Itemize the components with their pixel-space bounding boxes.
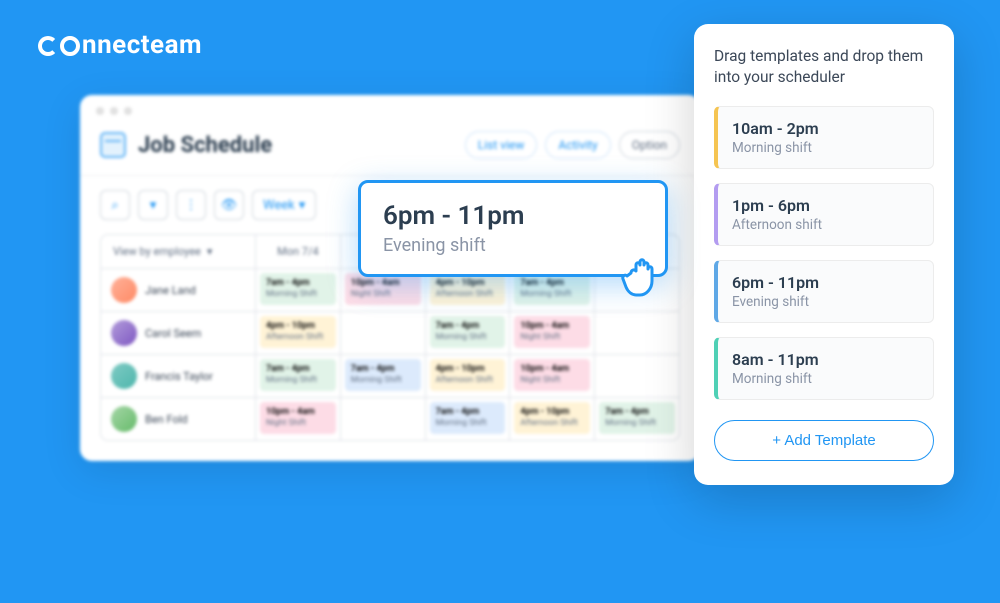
day-header: Mon 7/4 bbox=[256, 235, 341, 268]
schedule-row: Ben Fold 10pm - 4amNight Shift 7am - 4pm… bbox=[100, 398, 680, 441]
view-by-selector[interactable]: View by employee ▾ bbox=[101, 235, 256, 268]
chevron-down-icon: ▾ bbox=[207, 245, 213, 258]
template-card[interactable]: 8am - 11pm Morning shift bbox=[714, 337, 934, 400]
page-title: Job Schedule bbox=[138, 133, 465, 158]
window-dot-icon bbox=[110, 107, 118, 115]
employee-cell[interactable]: Ben Fold bbox=[101, 398, 256, 440]
view-by-label: View by employee bbox=[113, 245, 201, 258]
employee-name: Francis Taylor bbox=[145, 370, 213, 383]
search-button[interactable]: ⌕ bbox=[100, 190, 130, 220]
week-selector[interactable]: Week ▾ bbox=[252, 190, 316, 220]
activity-button[interactable]: Activity bbox=[545, 131, 610, 159]
template-label: Afternoon shift bbox=[732, 217, 919, 233]
template-label: Morning shift bbox=[732, 140, 919, 156]
schedule-row: Carol Seem 4pm - 10pmAfternoon Shift 7am… bbox=[100, 312, 680, 355]
template-label: Morning shift bbox=[732, 371, 919, 387]
week-label: Week bbox=[263, 198, 295, 213]
shift-cell[interactable]: 7am - 4pmMorning Shift bbox=[426, 312, 511, 354]
chevron-down-icon: ▾ bbox=[299, 198, 306, 213]
template-time: 6pm - 11pm bbox=[732, 273, 919, 292]
templates-panel-title: Drag templates and drop them into your s… bbox=[714, 46, 934, 88]
window-dot-icon bbox=[124, 107, 132, 115]
eye-icon: 👁 bbox=[221, 198, 238, 213]
logo-o-icon bbox=[60, 36, 80, 56]
window-dot-icon bbox=[96, 107, 104, 115]
templates-panel: Drag templates and drop them into your s… bbox=[694, 24, 954, 485]
avatar bbox=[111, 320, 137, 346]
template-label: Evening shift bbox=[732, 294, 919, 310]
grab-cursor-icon bbox=[615, 245, 671, 305]
brand-logo: nnecteam bbox=[38, 30, 202, 60]
shift-cell[interactable]: 10pm - 4amNight Shift bbox=[510, 312, 595, 354]
avatar bbox=[111, 406, 137, 432]
filter-icon: ▾ bbox=[150, 198, 157, 213]
shift-cell[interactable] bbox=[341, 398, 426, 440]
avatar bbox=[111, 277, 137, 303]
brand-text: nnecteam bbox=[82, 30, 202, 60]
shift-cell[interactable]: 4pm - 10pmAfternoon Shift bbox=[510, 398, 595, 440]
shift-cell[interactable]: 7am - 4pmMorning Shift bbox=[256, 269, 341, 311]
dragged-template-label: Evening shift bbox=[383, 235, 643, 256]
shift-cell[interactable] bbox=[595, 312, 679, 354]
template-card[interactable]: 1pm - 6pm Afternoon shift bbox=[714, 183, 934, 246]
add-template-button[interactable]: + Add Template bbox=[714, 420, 934, 461]
schedule-row: Francis Taylor 7am - 4pmMorning Shift 7a… bbox=[100, 355, 680, 398]
options-button[interactable]: Option bbox=[619, 131, 680, 159]
list-view-button[interactable]: List view bbox=[465, 131, 538, 159]
employee-cell[interactable]: Carol Seem bbox=[101, 312, 256, 354]
shift-cell[interactable]: 10pm - 4amNight Shift bbox=[256, 398, 341, 440]
window-header: Job Schedule List view Activity Option bbox=[80, 123, 700, 176]
window-controls bbox=[80, 95, 700, 123]
shift-cell[interactable]: 7am - 4pmMorning Shift bbox=[341, 355, 426, 397]
template-card[interactable]: 6pm - 11pm Evening shift bbox=[714, 260, 934, 323]
dragged-template-time: 6pm - 11pm bbox=[383, 201, 643, 231]
logo-c-icon bbox=[38, 36, 58, 56]
employee-name: Jane Land bbox=[145, 284, 196, 297]
shift-cell[interactable]: 7am - 4pmMorning Shift bbox=[426, 398, 511, 440]
filter-button[interactable]: ▾ bbox=[138, 190, 168, 220]
shift-cell[interactable] bbox=[341, 312, 426, 354]
shift-cell[interactable]: 7am - 4pmMorning Shift bbox=[595, 398, 679, 440]
more-icon: ⋮ bbox=[185, 198, 198, 213]
employee-name: Ben Fold bbox=[145, 413, 188, 426]
employee-cell[interactable]: Jane Land bbox=[101, 269, 256, 311]
avatar bbox=[111, 363, 137, 389]
template-time: 10am - 2pm bbox=[732, 119, 919, 138]
employee-name: Carol Seem bbox=[145, 327, 201, 340]
search-icon: ⌕ bbox=[111, 198, 118, 213]
shift-cell[interactable]: 10pm - 4amNight Shift bbox=[510, 355, 595, 397]
shift-cell[interactable]: 4pm - 10pmAfternoon Shift bbox=[426, 355, 511, 397]
shift-cell[interactable] bbox=[595, 355, 679, 397]
employee-cell[interactable]: Francis Taylor bbox=[101, 355, 256, 397]
template-time: 1pm - 6pm bbox=[732, 196, 919, 215]
shift-cell[interactable]: 4pm - 10pmAfternoon Shift bbox=[256, 312, 341, 354]
scheduler-window: Job Schedule List view Activity Option ⌕… bbox=[80, 95, 700, 461]
shift-cell[interactable]: 7am - 4pmMorning Shift bbox=[256, 355, 341, 397]
calendar-icon bbox=[100, 132, 126, 158]
visibility-button[interactable]: 👁 bbox=[214, 190, 244, 220]
template-time: 8am - 11pm bbox=[732, 350, 919, 369]
more-button[interactable]: ⋮ bbox=[176, 190, 206, 220]
template-card[interactable]: 10am - 2pm Morning shift bbox=[714, 106, 934, 169]
